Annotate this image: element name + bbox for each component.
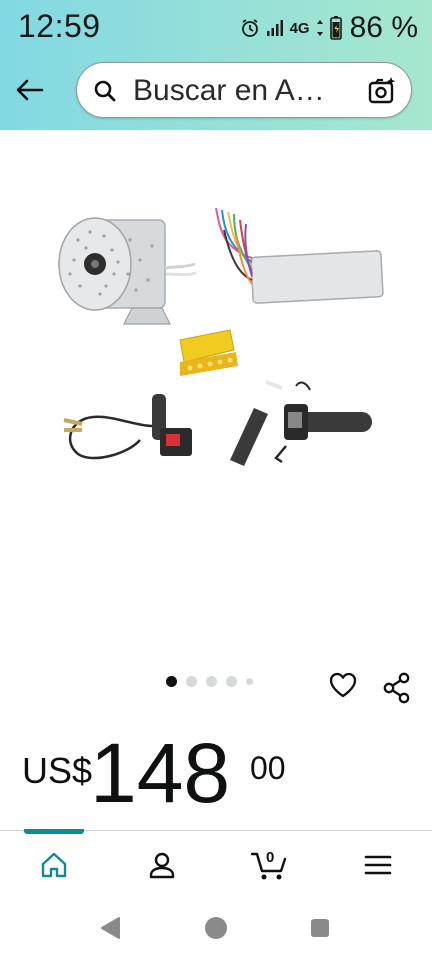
active-tab-indicator	[24, 829, 84, 834]
battery-icon	[329, 16, 342, 40]
nav-cart[interactable]: 0	[250, 845, 290, 885]
carousel-dot[interactable]	[246, 678, 253, 685]
system-recents-button[interactable]	[306, 914, 334, 942]
carousel-dot[interactable]	[226, 676, 237, 687]
data-arrows-icon	[316, 19, 324, 37]
carousel-indicator[interactable]	[166, 676, 253, 687]
search-input[interactable]: Buscar en A…	[76, 62, 412, 118]
throttle-display-illustration	[63, 394, 192, 460]
home-icon	[41, 852, 67, 878]
home-circle-icon	[205, 917, 227, 939]
nav-home[interactable]	[34, 845, 74, 885]
signal-icon	[266, 19, 284, 37]
recents-icon	[311, 919, 329, 937]
cart-count: 0	[266, 849, 275, 866]
app-header: 12:59 4G 86 % Buscar en A…	[0, 0, 432, 130]
account-icon	[149, 852, 175, 879]
back-icon	[101, 917, 120, 939]
price-currency: US$	[22, 750, 93, 791]
product-photo[interactable]	[40, 190, 400, 500]
alarm-icon	[240, 18, 260, 38]
carousel-dot[interactable]	[166, 676, 177, 687]
carousel-dot[interactable]	[206, 676, 217, 687]
price-fraction: 00	[250, 750, 286, 786]
system-back-button[interactable]	[96, 914, 124, 942]
controller-illustration	[215, 207, 384, 304]
nav-account[interactable]	[142, 845, 182, 885]
connector-illustration	[179, 329, 238, 376]
back-button[interactable]	[12, 72, 48, 108]
bottom-nav: 0	[0, 829, 432, 898]
system-home-button[interactable]	[202, 914, 230, 942]
search-row: Buscar en A…	[0, 60, 432, 124]
network-type: 4G	[289, 19, 310, 37]
heart-icon[interactable]	[328, 670, 358, 700]
grip-illustration	[230, 380, 372, 466]
camera-search-icon[interactable]	[367, 76, 397, 106]
motor-illustration	[58, 217, 197, 325]
nav-menu[interactable]	[358, 845, 398, 885]
search-icon	[94, 80, 116, 102]
search-query: Buscar en A…	[133, 74, 325, 107]
carousel-dot[interactable]	[186, 676, 197, 687]
status-bar: 12:59 4G 86 %	[0, 0, 432, 56]
system-nav-bar	[0, 896, 432, 960]
share-icon[interactable]	[382, 672, 412, 704]
menu-icon	[364, 855, 392, 875]
status-icons: 4G 86 %	[240, 10, 418, 46]
arrow-left-icon	[16, 79, 44, 101]
price-whole: 148	[90, 726, 231, 820]
status-time: 12:59	[18, 8, 101, 44]
battery-percent: 86 %	[349, 11, 418, 44]
